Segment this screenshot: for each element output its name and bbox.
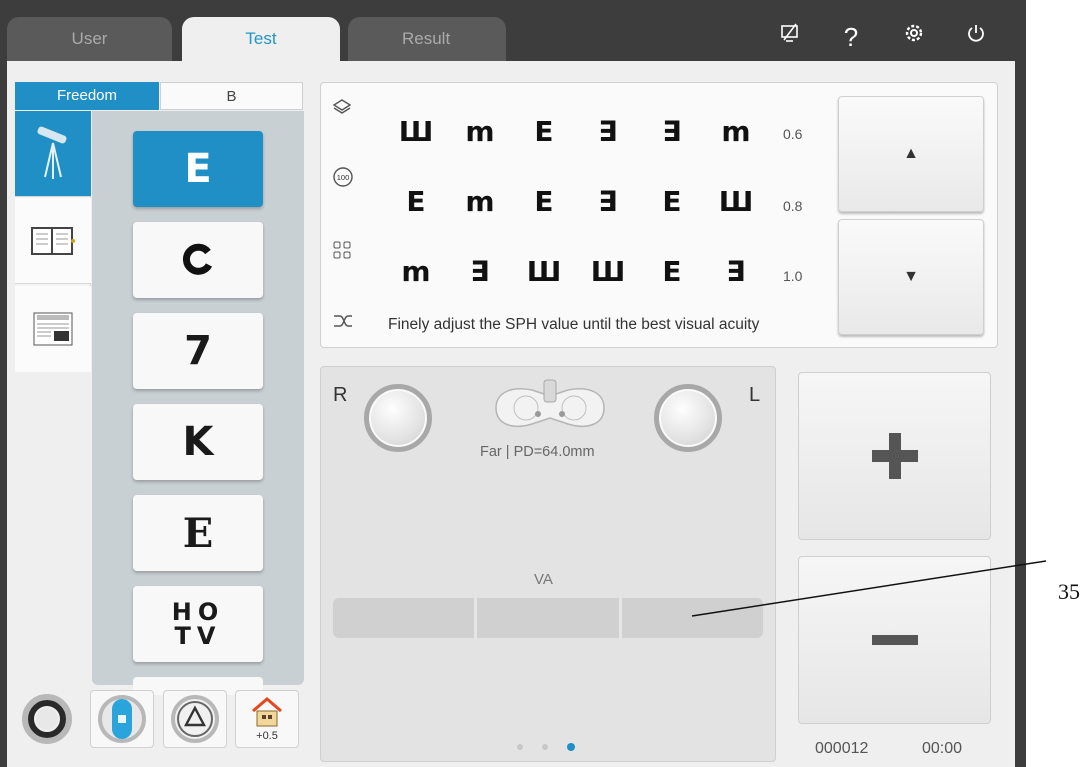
callout-number: 35 bbox=[1058, 579, 1080, 604]
callout-line bbox=[691, 560, 1047, 617]
